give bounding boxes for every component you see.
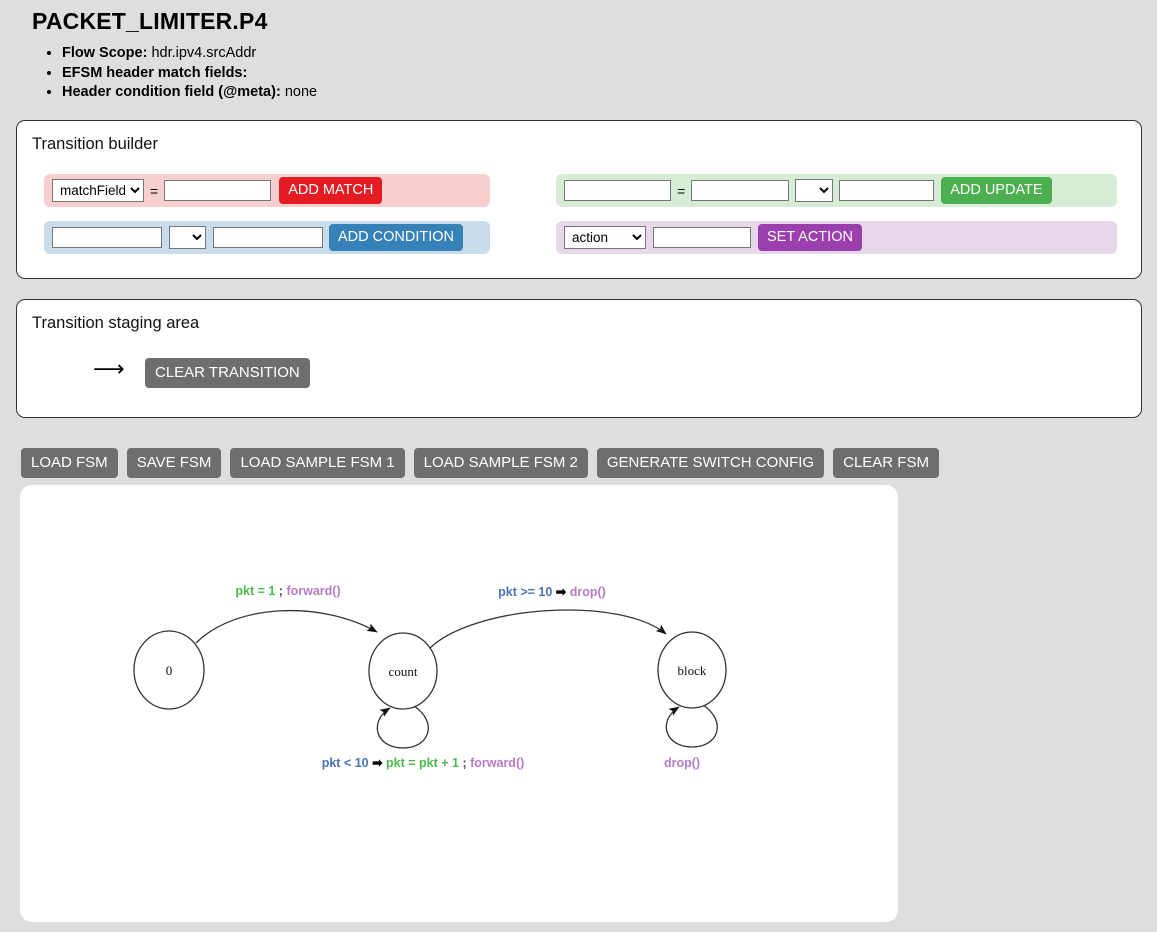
update-value-input[interactable] xyxy=(839,180,935,201)
node-label-block: block xyxy=(678,663,707,678)
edge-path-count-to-block xyxy=(429,609,667,649)
load-sample-fsm-1-button[interactable]: LOAD SAMPLE FSM 1 xyxy=(230,448,405,478)
match-value-input[interactable] xyxy=(164,180,272,201)
add-condition-button[interactable]: ADD CONDITION xyxy=(329,223,463,252)
condition-row: ADD CONDITION xyxy=(44,221,490,254)
condition-left-input[interactable] xyxy=(52,227,162,248)
meta-label-header-match-fields: EFSM header match fields: xyxy=(62,64,248,81)
fsm-diagram-panel: 0 count block pkt = 1 ; forward() pkt >=… xyxy=(20,485,898,922)
fsm-metadata-list: Flow Scope: hdr.ipv4.srcAddr EFSM header… xyxy=(0,44,1157,102)
condition-operator-select[interactable] xyxy=(169,226,206,249)
edge-path-count-self-loop xyxy=(376,705,429,749)
add-match-button[interactable]: ADD MATCH xyxy=(279,176,383,205)
fsm-node-block[interactable]: block xyxy=(657,631,727,709)
meta-value-header-condition-field: none xyxy=(284,84,318,100)
edge-path-zero-to-count xyxy=(195,609,378,644)
set-action-button[interactable]: SET ACTION xyxy=(758,223,862,252)
fsm-node-count[interactable]: count xyxy=(368,632,438,710)
meta-item-header-match-fields: EFSM header match fields: xyxy=(62,64,1157,83)
edge-label-count-self-loop: pkt < 10 ➡ pkt = pkt + 1 ; forward() xyxy=(322,756,525,770)
update-target-input[interactable] xyxy=(564,180,671,201)
match-row: matchField = ADD MATCH xyxy=(44,174,490,207)
staging-arrow-icon: ⟶ xyxy=(93,357,125,382)
update-operator-select[interactable] xyxy=(795,179,834,202)
load-fsm-button[interactable]: LOAD FSM xyxy=(21,448,118,478)
meta-label-flow-scope: Flow Scope: xyxy=(62,45,148,61)
transition-builder-panel: Transition builder matchField = ADD MATC… xyxy=(16,120,1142,335)
action-param-input[interactable] xyxy=(653,227,751,248)
meta-value-flow-scope: hdr.ipv4.srcAddr xyxy=(151,45,257,61)
clear-transition-button[interactable]: CLEAR TRANSITION xyxy=(145,358,310,388)
update-operand-input[interactable] xyxy=(691,180,790,201)
condition-right-input[interactable] xyxy=(213,227,323,248)
add-update-button[interactable]: ADD UPDATE xyxy=(941,176,1052,205)
edge-path-block-self-loop xyxy=(665,704,718,748)
clear-fsm-button[interactable]: CLEAR FSM xyxy=(833,448,939,478)
match-equals-label: = xyxy=(150,182,159,199)
node-label-zero: 0 xyxy=(166,663,173,678)
edge-label-zero-to-count: pkt = 1 ; forward() xyxy=(235,584,340,598)
match-field-select[interactable]: matchField xyxy=(52,179,144,202)
save-fsm-button[interactable]: SAVE FSM xyxy=(126,448,222,478)
edge-label-count-to-block: pkt >= 10 ➡ drop() xyxy=(498,585,606,599)
transition-staging-panel: Transition staging area ⟶ CLEAR TRANSITI… xyxy=(16,299,1142,418)
load-sample-fsm-2-button[interactable]: LOAD SAMPLE FSM 2 xyxy=(413,448,588,478)
update-row: = ADD UPDATE xyxy=(556,174,1117,207)
transition-staging-title: Transition staging area xyxy=(32,314,200,332)
page-title: PACKET_LIMITER.P4 xyxy=(32,8,268,34)
meta-label-header-condition-field: Header condition field (@meta): xyxy=(62,84,281,100)
action-row: action SET ACTION xyxy=(556,221,1117,254)
node-label-count: count xyxy=(389,664,418,679)
edge-label-block-self-loop: drop() xyxy=(664,756,700,770)
meta-item-flow-scope: Flow Scope: hdr.ipv4.srcAddr xyxy=(62,44,1157,63)
fsm-node-zero[interactable]: 0 xyxy=(133,630,205,710)
action-select[interactable]: action xyxy=(564,226,646,249)
generate-switch-config-button[interactable]: GENERATE SWITCH CONFIG xyxy=(596,448,825,478)
transition-builder-title: Transition builder xyxy=(32,135,158,153)
fsm-toolbar: LOAD FSM SAVE FSM LOAD SAMPLE FSM 1 LOAD… xyxy=(21,448,939,478)
meta-item-header-condition-field: Header condition field (@meta): none xyxy=(62,83,1157,102)
fsm-state-diagram[interactable]: 0 count block pkt = 1 ; forward() pkt >=… xyxy=(20,485,898,922)
update-equals-label: = xyxy=(677,182,686,199)
